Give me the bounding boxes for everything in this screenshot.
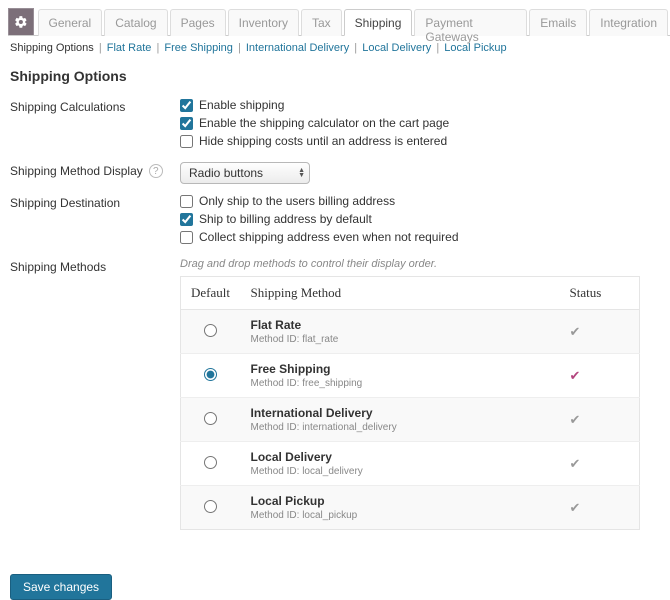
calc-row-1[interactable]: Enable the shipping calculator on the ca… xyxy=(180,116,660,130)
label-shipping-calculations: Shipping Calculations xyxy=(10,98,180,114)
table-row[interactable]: Local Delivery Method ID: local_delivery ✔ xyxy=(181,442,640,486)
th-method: Shipping Method xyxy=(241,277,560,310)
default-radio-free_shipping[interactable] xyxy=(204,368,217,381)
table-row[interactable]: Free Shipping Method ID: free_shipping ✔ xyxy=(181,354,640,398)
calc-checkbox-0[interactable] xyxy=(180,99,193,112)
tab-tax[interactable]: Tax xyxy=(301,9,342,36)
check-icon: ✔ xyxy=(570,368,581,383)
dest-checkbox-0[interactable] xyxy=(180,195,193,208)
subtabs: Shipping Options | Flat Rate | Free Ship… xyxy=(0,36,670,60)
display-select[interactable]: Radio buttons ▲▼ xyxy=(180,162,310,184)
dest-row-0[interactable]: Only ship to the users billing address xyxy=(180,194,660,208)
th-status: Status xyxy=(560,277,640,310)
calc-row-0[interactable]: Enable shipping xyxy=(180,98,660,112)
method-name: Local Pickup xyxy=(251,494,550,508)
subtab-shipping-options[interactable]: Shipping Options xyxy=(10,42,94,54)
method-name: Local Delivery xyxy=(251,450,550,464)
default-radio-local_pickup[interactable] xyxy=(204,500,217,513)
save-button[interactable]: Save changes xyxy=(10,574,112,600)
tab-pages[interactable]: Pages xyxy=(170,9,226,36)
tab-catalog[interactable]: Catalog xyxy=(104,9,167,36)
method-id: Method ID: flat_rate xyxy=(251,334,550,345)
method-id: Method ID: free_shipping xyxy=(251,378,550,389)
tab-payment-gateways[interactable]: Payment Gateways xyxy=(414,9,527,36)
gear-icon[interactable] xyxy=(8,8,34,35)
subtab-local-delivery[interactable]: Local Delivery xyxy=(362,42,431,54)
default-radio-international_delivery[interactable] xyxy=(204,412,217,425)
shipping-methods-table: Default Shipping Method Status Flat Rate… xyxy=(180,276,640,530)
tab-shipping[interactable]: Shipping xyxy=(344,9,413,36)
help-icon[interactable]: ? xyxy=(149,164,163,178)
dest-checkbox-2[interactable] xyxy=(180,231,193,244)
table-row[interactable]: Flat Rate Method ID: flat_rate ✔ xyxy=(181,310,640,354)
dest-row-1[interactable]: Ship to billing address by default xyxy=(180,212,660,226)
tab-inventory[interactable]: Inventory xyxy=(228,9,299,36)
default-radio-local_delivery[interactable] xyxy=(204,456,217,469)
method-id: Method ID: local_delivery xyxy=(251,466,550,477)
check-icon: ✔ xyxy=(570,324,581,339)
method-name: International Delivery xyxy=(251,406,550,420)
dest-row-2[interactable]: Collect shipping address even when not r… xyxy=(180,230,660,244)
dest-checkbox-1[interactable] xyxy=(180,213,193,226)
calc-checkbox-2[interactable] xyxy=(180,135,193,148)
tab-emails[interactable]: Emails xyxy=(529,9,587,36)
table-row[interactable]: International Delivery Method ID: interna… xyxy=(181,398,640,442)
method-name: Flat Rate xyxy=(251,318,550,332)
tab-integration[interactable]: Integration xyxy=(589,9,668,36)
subtab-flat-rate[interactable]: Flat Rate xyxy=(107,42,152,54)
method-id: Method ID: local_pickup xyxy=(251,510,550,521)
calc-checkbox-1[interactable] xyxy=(180,117,193,130)
page-title: Shipping Options xyxy=(10,68,660,84)
methods-hint: Drag and drop methods to control their d… xyxy=(180,258,660,270)
top-tabs: GeneralCatalogPagesInventoryTaxShippingP… xyxy=(8,8,670,36)
label-shipping-method-display: Shipping Method Display ? xyxy=(10,162,180,178)
th-default: Default xyxy=(181,277,241,310)
default-radio-flat_rate[interactable] xyxy=(204,324,217,337)
calc-row-2[interactable]: Hide shipping costs until an address is … xyxy=(180,134,660,148)
table-row[interactable]: Local Pickup Method ID: local_pickup ✔ xyxy=(181,486,640,530)
tab-general[interactable]: General xyxy=(38,9,103,36)
subtab-free-shipping[interactable]: Free Shipping xyxy=(164,42,233,54)
method-id: Method ID: international_delivery xyxy=(251,422,550,433)
check-icon: ✔ xyxy=(570,412,581,427)
chevron-updown-icon: ▲▼ xyxy=(298,168,305,178)
check-icon: ✔ xyxy=(570,456,581,471)
label-shipping-destination: Shipping Destination xyxy=(10,194,180,210)
check-icon: ✔ xyxy=(570,500,581,515)
subtab-international-delivery[interactable]: International Delivery xyxy=(246,42,349,54)
method-name: Free Shipping xyxy=(251,362,550,376)
label-shipping-methods: Shipping Methods xyxy=(10,258,180,274)
